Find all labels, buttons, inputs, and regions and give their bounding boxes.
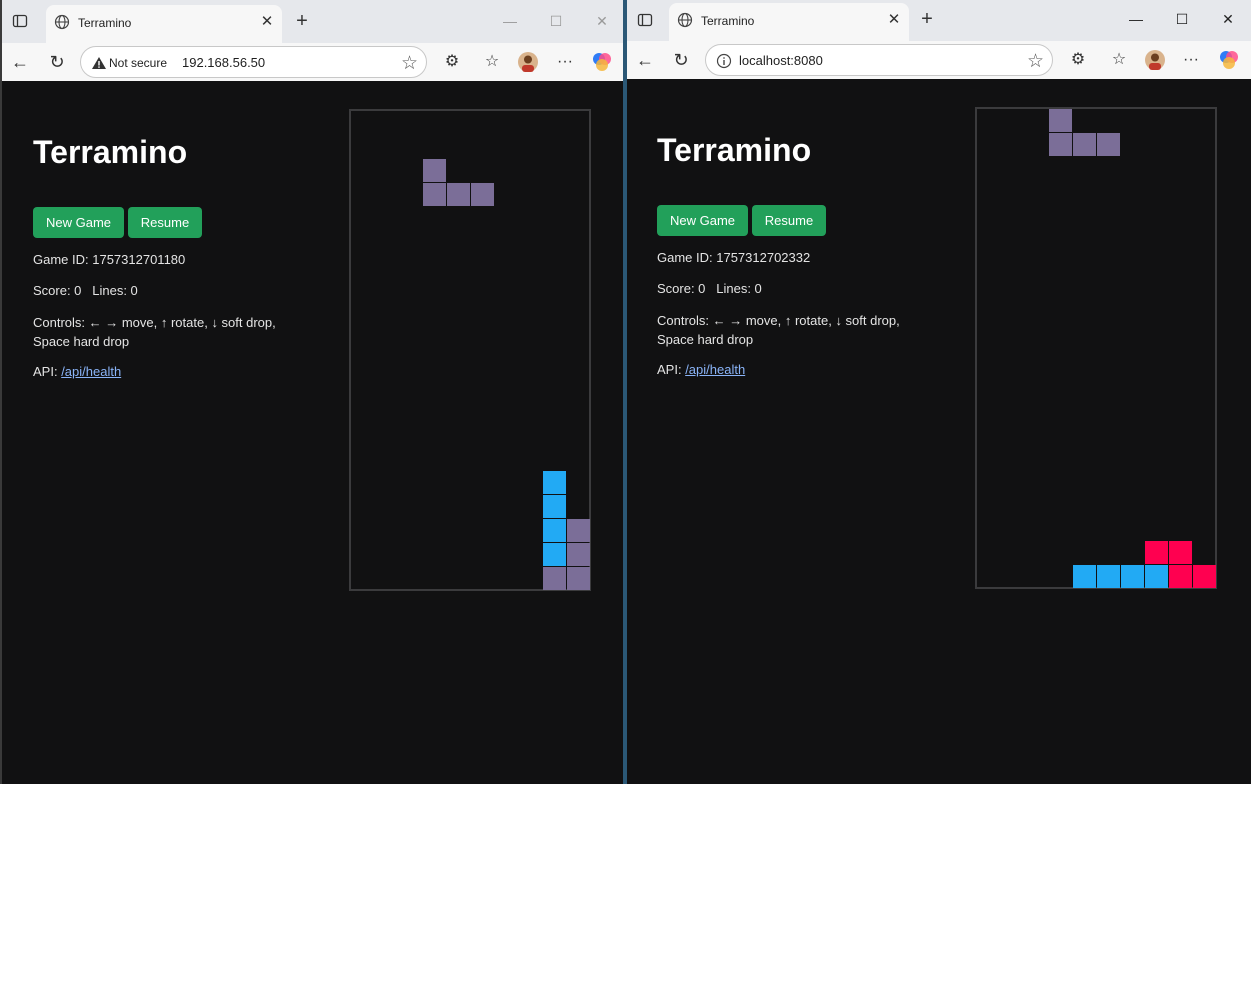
game-id-text: Game ID: 1757312702332 <box>657 250 811 265</box>
api-line: API: /api/health <box>657 362 745 377</box>
warning-triangle-icon <box>91 55 107 71</box>
favorites-icon[interactable]: ☆ <box>1108 49 1130 71</box>
page-title: Terramino <box>33 134 188 170</box>
browser-window-left: Terramino ✕ + — ☐ ✕ ← ↻ Not secure 192.1… <box>0 0 623 784</box>
tab-actions-icon[interactable] <box>12 13 28 29</box>
favorite-star-icon[interactable]: ☆ <box>401 52 418 75</box>
maximize-icon[interactable]: ☐ <box>1167 6 1197 32</box>
api-label: API: <box>657 362 686 377</box>
board-cell <box>1121 565 1144 588</box>
board-cell <box>543 495 566 518</box>
new-tab-icon[interactable]: + <box>918 9 936 29</box>
api-label: API: <box>33 364 62 379</box>
board-cell <box>567 567 590 590</box>
board-cell <box>1169 541 1192 564</box>
extensions-icon[interactable]: ⚙ <box>441 51 463 73</box>
api-health-link[interactable]: /api/health <box>685 362 745 377</box>
resume-button[interactable]: Resume <box>128 207 202 238</box>
api-health-link[interactable]: /api/health <box>61 364 121 379</box>
browser-toolbar: ← ↻ localhost:8080 ☆ ⚙ ☆ ··· <box>627 41 1251 79</box>
board-cell <box>1169 565 1192 588</box>
game-id-text: Game ID: 1757312701180 <box>33 252 186 267</box>
url-text: 192.168.56.50 <box>182 55 266 70</box>
window-close-icon[interactable]: ✕ <box>1213 6 1243 32</box>
resume-button[interactable]: Resume <box>752 205 826 236</box>
favorites-icon[interactable]: ☆ <box>481 51 503 73</box>
board-cell <box>1049 133 1072 156</box>
board-cell <box>1097 133 1120 156</box>
extensions-icon[interactable]: ⚙ <box>1067 49 1089 71</box>
copilot-icon[interactable] <box>1218 49 1240 71</box>
tab-close-icon[interactable]: ✕ <box>885 11 903 29</box>
browser-toolbar: ← ↻ Not secure 192.168.56.50 ☆ ⚙ ☆ ··· <box>2 43 623 81</box>
minimize-icon[interactable]: — <box>1121 6 1151 32</box>
board-cell <box>543 567 566 590</box>
board-cell <box>543 519 566 542</box>
board-cell <box>543 471 566 494</box>
not-secure-label: Not secure <box>109 56 168 70</box>
browser-tab[interactable]: Terramino ✕ <box>669 3 909 41</box>
new-tab-icon[interactable]: + <box>293 11 311 31</box>
address-bar[interactable]: localhost:8080 ☆ <box>705 44 1053 76</box>
back-arrow-icon[interactable]: ← <box>10 52 30 72</box>
profile-avatar[interactable] <box>1144 49 1166 71</box>
board-cell <box>1145 541 1168 564</box>
board-cell <box>543 543 566 566</box>
board-cell <box>423 183 446 206</box>
board-cell <box>1193 565 1216 588</box>
board-cell <box>1097 565 1120 588</box>
controls-text: Controls: ← → move, ↑ rotate, ↓ soft dro… <box>33 315 276 349</box>
page-content: Terramino New Game Resume Game ID: 17573… <box>629 79 1249 784</box>
board-cell <box>471 183 494 206</box>
tab-close-icon[interactable]: ✕ <box>258 13 276 31</box>
controls-text: Controls: ← → move, ↑ rotate, ↓ soft dro… <box>657 313 900 347</box>
board-cell <box>1073 565 1096 588</box>
board-cell <box>567 543 590 566</box>
window-close-icon[interactable]: ✕ <box>587 8 617 34</box>
profile-avatar[interactable] <box>517 51 539 73</box>
reload-icon[interactable]: ↻ <box>671 50 691 70</box>
info-icon <box>716 53 732 69</box>
tab-strip: Terramino ✕ + — ☐ ✕ <box>627 0 1251 41</box>
browser-tab[interactable]: Terramino ✕ <box>46 5 282 43</box>
back-arrow-icon[interactable]: ← <box>635 50 655 70</box>
score-lines-text: Score: 0 Lines: 0 <box>33 283 138 298</box>
favorite-star-icon[interactable]: ☆ <box>1027 50 1044 73</box>
reload-icon[interactable]: ↻ <box>47 52 67 72</box>
tab-strip: Terramino ✕ + — ☐ ✕ <box>2 0 623 43</box>
maximize-icon[interactable]: ☐ <box>541 8 571 34</box>
address-bar[interactable]: Not secure 192.168.56.50 ☆ <box>80 46 427 78</box>
tab-title: Terramino <box>78 16 132 30</box>
tab-actions-icon[interactable] <box>637 12 653 28</box>
api-line: API: /api/health <box>33 364 121 379</box>
board-cell <box>423 159 446 182</box>
more-menu-icon[interactable]: ··· <box>1180 49 1202 71</box>
new-game-button[interactable]: New Game <box>657 205 748 236</box>
game-board[interactable] <box>349 109 591 591</box>
board-cell <box>1145 565 1168 588</box>
copilot-icon[interactable] <box>591 51 613 73</box>
board-cell <box>1073 133 1096 156</box>
globe-icon <box>54 14 70 30</box>
page-title: Terramino <box>657 132 812 168</box>
browser-window-right: Terramino ✕ + — ☐ ✕ ← ↻ localhost:8080 ☆… <box>627 0 1251 784</box>
board-cell <box>1049 109 1072 132</box>
page-content: Terramino New Game Resume Game ID: 17573… <box>5 81 623 784</box>
url-text: localhost:8080 <box>739 53 823 68</box>
new-game-button[interactable]: New Game <box>33 207 124 238</box>
board-cell <box>567 519 590 542</box>
minimize-icon[interactable]: — <box>495 8 525 34</box>
board-cell <box>447 183 470 206</box>
game-board[interactable] <box>975 107 1217 589</box>
score-lines-text: Score: 0 Lines: 0 <box>657 281 762 296</box>
more-menu-icon[interactable]: ··· <box>554 51 576 73</box>
tab-title: Terramino <box>701 14 755 28</box>
globe-icon <box>677 12 693 28</box>
